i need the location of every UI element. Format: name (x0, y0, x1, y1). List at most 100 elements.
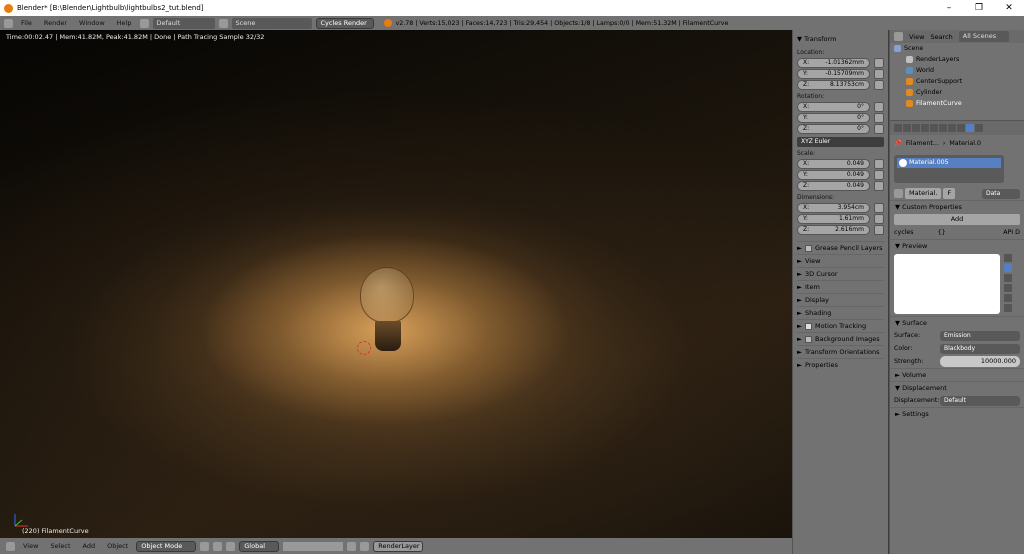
subpanel-transform-orientations[interactable]: ► Transform Orientations (797, 345, 884, 358)
layout-field[interactable]: Default (152, 17, 215, 29)
surface-header[interactable]: ▼ Surface (890, 316, 1024, 329)
lock-icon[interactable] (874, 58, 884, 68)
fake-user-button[interactable]: F (943, 188, 956, 199)
tab-constraints-icon[interactable] (939, 124, 947, 132)
lock-icon[interactable] (874, 225, 884, 235)
tab-material-icon[interactable] (966, 124, 974, 132)
lock-icon[interactable] (874, 203, 884, 213)
menu-window[interactable]: Window (75, 19, 109, 27)
pivot-icon[interactable] (213, 541, 223, 551)
scene-icon[interactable] (218, 18, 228, 28)
outliner-item[interactable]: CenterSupport (894, 76, 1024, 87)
scale-z-field[interactable]: Z: 0.049 (797, 181, 884, 191)
lock-icon[interactable] (874, 113, 884, 123)
outliner-item[interactable]: Scene (894, 43, 1024, 54)
rotation-x-field[interactable]: X: 0° (797, 102, 884, 112)
displacement-select[interactable]: Default (940, 395, 1020, 406)
tab-data-icon[interactable] (957, 124, 965, 132)
checkbox[interactable] (805, 322, 812, 330)
outliner-item[interactable]: World (894, 65, 1024, 76)
tab-world-icon[interactable] (921, 124, 929, 132)
dimensions-y-field[interactable]: Y: 1.61mm (797, 214, 884, 224)
editor-type-icon[interactable] (4, 18, 13, 28)
location-x-field[interactable]: X: -1.01362mm (797, 58, 884, 68)
lock-icon[interactable] (874, 69, 884, 79)
outliner-type-icon[interactable] (894, 32, 903, 41)
scale-x-field[interactable]: X: 0.049 (797, 159, 884, 169)
color-select[interactable]: Blackbody (940, 343, 1020, 354)
editor-type-icon[interactable] (6, 541, 15, 551)
menu-object[interactable]: Object (103, 542, 132, 550)
lock-icon[interactable] (874, 159, 884, 169)
preview-sphere-icon[interactable] (1004, 264, 1012, 272)
lock-icon[interactable] (874, 170, 884, 180)
subpanel-properties[interactable]: ► Properties (797, 358, 884, 371)
close-button[interactable]: ✕ (994, 0, 1024, 16)
tab-layers-icon[interactable] (903, 124, 911, 132)
checkbox[interactable] (805, 244, 812, 252)
volume-header[interactable]: ► Volume (890, 368, 1024, 381)
subpanel-motion-tracking[interactable]: ► Motion Tracking (797, 319, 884, 332)
subpanel-background-images[interactable]: ► Background Images (797, 332, 884, 345)
material-browse-icon[interactable] (894, 189, 903, 198)
render-layer-button[interactable]: RenderLayer (373, 540, 424, 552)
tab-object-icon[interactable] (930, 124, 938, 132)
subpanel-view[interactable]: ► View (797, 254, 884, 267)
outliner-item[interactable]: Cylinder (894, 87, 1024, 98)
subpanel-item[interactable]: ► Item (797, 280, 884, 293)
layout-icon[interactable] (139, 18, 149, 28)
checkbox[interactable] (805, 335, 812, 343)
outliner-item[interactable]: FilamentCurve (894, 98, 1024, 109)
preview-header[interactable]: ▼ Preview (890, 239, 1024, 252)
mode-select[interactable]: Object Mode (136, 540, 197, 552)
render-engine-select[interactable]: Cycles Render (315, 17, 374, 29)
maximize-button[interactable]: ❐ (964, 0, 994, 16)
orientation-select[interactable]: Global (239, 540, 280, 552)
subpanel-shading[interactable]: ► Shading (797, 306, 884, 319)
add-property-button[interactable]: Add (894, 214, 1020, 225)
menu-help[interactable]: Help (113, 19, 136, 27)
shading-icon[interactable] (200, 541, 210, 551)
snap-icon[interactable] (347, 541, 357, 551)
outliner-item[interactable]: RenderLayers (894, 54, 1024, 65)
location-z-field[interactable]: Z: 8.13753cm (797, 80, 884, 90)
lock-icon[interactable] (874, 80, 884, 90)
material-name-field[interactable]: Material. (905, 188, 942, 199)
transform-panel-header[interactable]: ▼ Transform (797, 33, 884, 46)
tab-scene-icon[interactable] (912, 124, 920, 132)
subpanel-3d-cursor[interactable]: ► 3D Cursor (797, 267, 884, 280)
lock-icon[interactable] (874, 214, 884, 224)
tab-texture-icon[interactable] (975, 124, 983, 132)
outliner-view-menu[interactable]: View (909, 33, 924, 41)
subpanel-grease-pencil-layers[interactable]: ► Grease Pencil Layers (797, 241, 884, 254)
3d-viewport[interactable]: Time:00:02.47 | Mem:41.82M, Peak:41.82M … (0, 30, 792, 538)
rotation-mode-select[interactable]: XYZ Euler (797, 137, 884, 147)
strength-field[interactable]: 10000.000 (940, 356, 1020, 367)
lock-icon[interactable] (874, 102, 884, 112)
location-y-field[interactable]: Y: -0.15709mm (797, 69, 884, 79)
scale-y-field[interactable]: Y: 0.049 (797, 170, 884, 180)
material-slot[interactable]: Material.005 (897, 158, 1001, 168)
displacement-header[interactable]: ▼ Displacement (890, 381, 1024, 394)
render-preview-icon[interactable] (360, 541, 370, 551)
layers-grid[interactable] (283, 541, 344, 551)
lock-icon[interactable] (874, 124, 884, 134)
outliner-filter-select[interactable]: All Scenes (958, 31, 1009, 42)
tab-render-icon[interactable] (894, 124, 902, 132)
outliner-search-menu[interactable]: Search (930, 33, 952, 41)
lock-icon[interactable] (874, 181, 884, 191)
rotation-y-field[interactable]: Y: 0° (797, 113, 884, 123)
settings-header[interactable]: ► Settings (890, 407, 1024, 420)
subpanel-display[interactable]: ► Display (797, 293, 884, 306)
menu-select[interactable]: Select (46, 542, 74, 550)
rotation-z-field[interactable]: Z: 0° (797, 124, 884, 134)
tab-modifiers-icon[interactable] (948, 124, 956, 132)
menu-file[interactable]: File (17, 19, 36, 27)
dimensions-x-field[interactable]: X: 3.954cm (797, 203, 884, 213)
menu-add[interactable]: Add (79, 542, 100, 550)
custom-properties-header[interactable]: ▼ Custom Properties (890, 200, 1024, 213)
dimensions-z-field[interactable]: Z: 2.616mm (797, 225, 884, 235)
manipulator-icon[interactable] (226, 541, 236, 551)
menu-view[interactable]: View (19, 542, 42, 550)
minimize-button[interactable]: – (934, 0, 964, 16)
